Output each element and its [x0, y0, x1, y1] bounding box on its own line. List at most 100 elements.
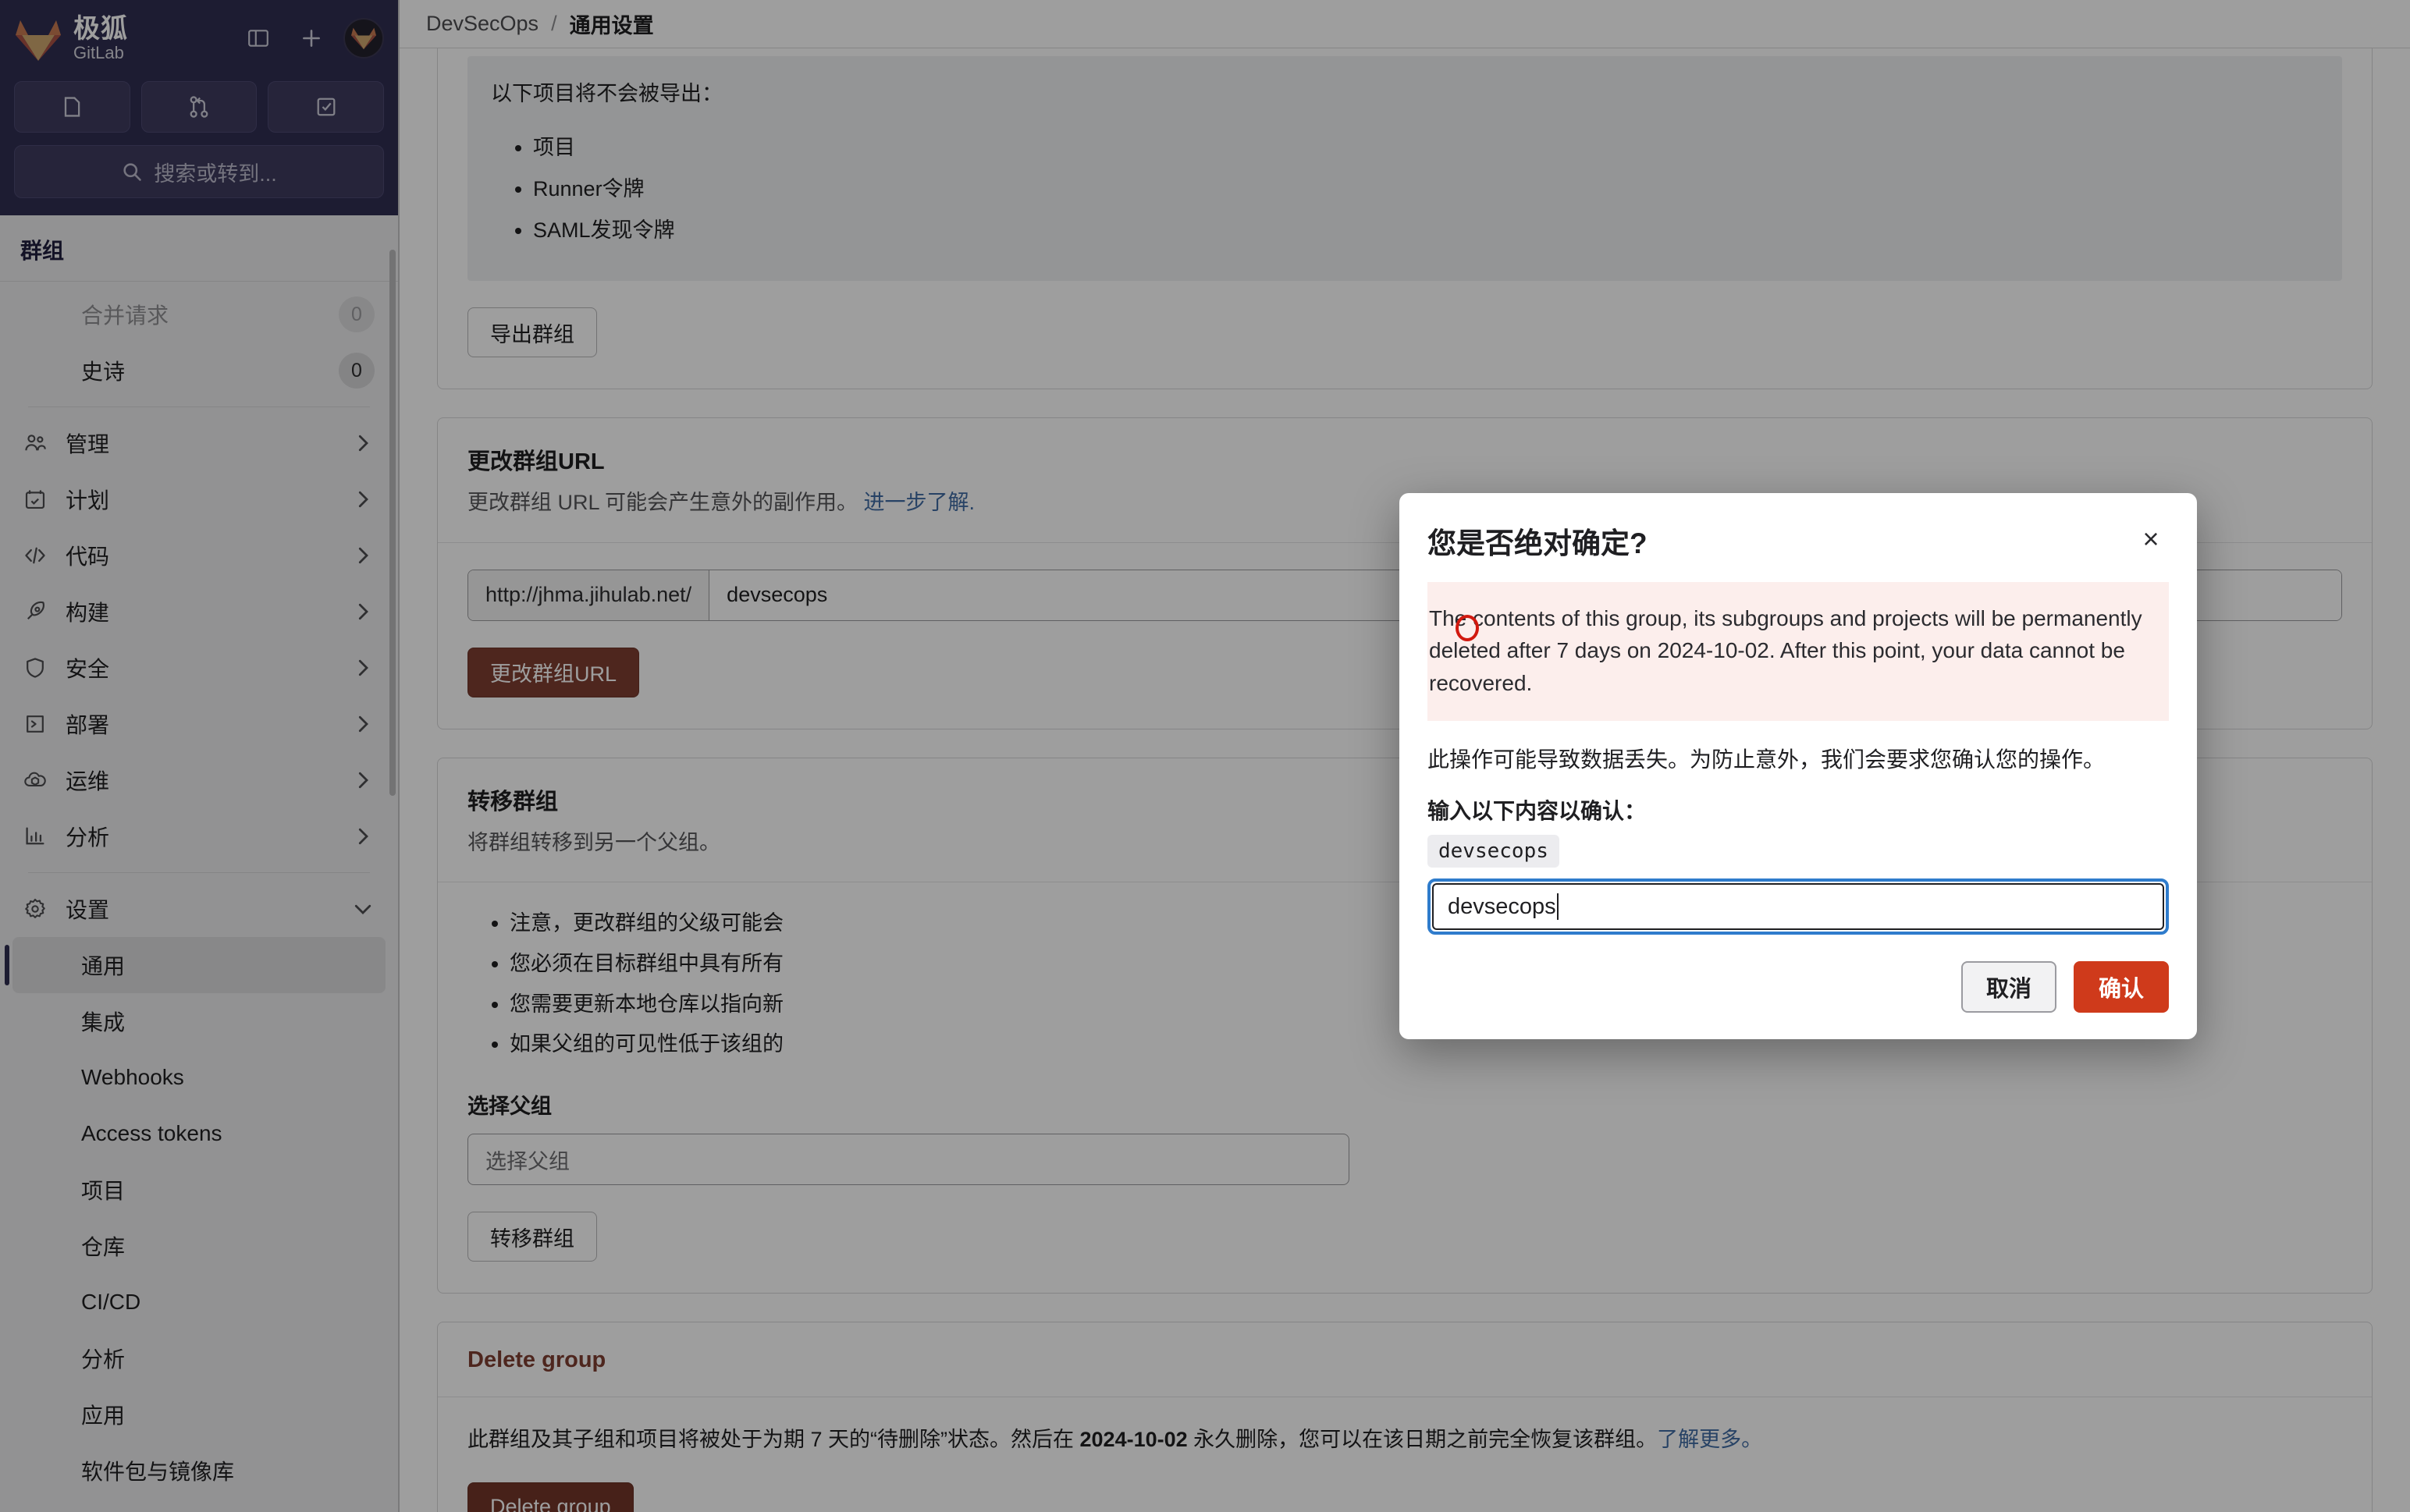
parent-group-select[interactable]: 选择父组	[467, 1134, 1349, 1186]
sidebar-item-packages-registries[interactable]: 软件包与镜像库	[12, 1443, 386, 1499]
sidebar-item-analytics[interactable]: 分析	[12, 1330, 386, 1386]
sidebar-item-label: 集成	[81, 1010, 126, 1035]
brand-name-cn: 极狐	[73, 13, 128, 44]
sidebar-item-label: 设置	[66, 898, 110, 922]
sidebar-item-security[interactable]: 安全	[12, 640, 386, 696]
delete-group-description: 此群组及其子组和项目将被处于为期 7 天的“待删除”状态。然后在 2024-10…	[467, 1424, 2342, 1456]
search-placeholder: 搜索或转到...	[154, 161, 277, 186]
chevron-right-icon	[351, 488, 375, 511]
sidebar-item-operate[interactable]: 运维	[12, 752, 386, 808]
change-group-url-button[interactable]: 更改群组URL	[467, 647, 640, 697]
parent-group-select-placeholder: 选择父组	[485, 1149, 570, 1173]
avatar[interactable]	[343, 18, 384, 59]
delete-group-title: Delete group	[467, 1347, 606, 1373]
deploy-icon	[23, 712, 58, 736]
delete-group-header: Delete group	[438, 1322, 2372, 1398]
quick-action-todos[interactable]	[268, 81, 385, 133]
sidebar-item-repository[interactable]: 仓库	[12, 1218, 386, 1274]
brand-name-en: GitLab	[73, 42, 124, 62]
rocket-icon	[23, 600, 58, 623]
transfer-group-button[interactable]: 转移群组	[467, 1212, 597, 1262]
sidebar-item-cicd[interactable]: CI/CD	[12, 1274, 386, 1330]
sidebar-item-label: 安全	[66, 657, 110, 681]
breadcrumb-group[interactable]: DevSecOps	[426, 12, 539, 36]
search-input[interactable]: 搜索或转到...	[14, 145, 384, 198]
sidebar-item-settings[interactable]: 设置	[12, 881, 386, 937]
delete-group-learn-more-link[interactable]: 了解更多。	[1657, 1428, 1762, 1451]
sidebar-item-webhooks[interactable]: Webhooks	[12, 1049, 386, 1106]
confirm-button[interactable]: 确认	[2073, 961, 2169, 1013]
sidebar-item-merge-requests[interactable]: 合并请求 0	[12, 286, 386, 343]
sidebar-item-analyze[interactable]: 分析	[12, 808, 386, 864]
modal-title: 您是否绝对确定?	[1427, 527, 1648, 559]
breadcrumb-separator: /	[551, 12, 557, 35]
cancel-button[interactable]: 取消	[1960, 961, 2056, 1013]
sidebar-nav: 合并请求 0 史诗 0 管理 计划 代码 构建 安全 部署 运维 分析 设置 通…	[0, 282, 398, 1512]
modal-confirm-code: devsecops	[1427, 835, 1559, 868]
sidebar-item-projects[interactable]: 项目	[12, 1162, 386, 1218]
sidebar-item-applications[interactable]: 应用	[12, 1386, 386, 1443]
search-icon	[123, 163, 142, 181]
sidebar-item-access-tokens[interactable]: Access tokens	[12, 1106, 386, 1162]
delete-group-description-post: 永久删除，您可以在该日期之前完全恢复该群组。	[1187, 1428, 1658, 1452]
sidebar-item-integrations[interactable]: 集成	[12, 993, 386, 1049]
create-new-icon[interactable]	[290, 17, 332, 59]
sidebar-item-plan[interactable]: 计划	[12, 471, 386, 527]
delete-group-date: 2024-10-02	[1079, 1428, 1188, 1452]
sidebar-item-manage[interactable]: 管理	[12, 415, 386, 471]
change-group-url-learn-more-link[interactable]: 进一步了解.	[864, 491, 976, 514]
sidebar-section-title: 群组	[0, 215, 398, 282]
change-group-url-description-text: 更改群组 URL 可能会产生意外的副作用。	[467, 491, 858, 514]
sidebar-item-label: 软件包与镜像库	[81, 1460, 235, 1484]
epics-count-badge: 0	[339, 353, 375, 389]
gear-icon	[23, 897, 58, 921]
shield-icon	[23, 656, 58, 680]
modal-confirm-input[interactable]: devsecops	[1432, 883, 2164, 931]
chevron-right-icon	[351, 544, 375, 567]
sidebar-item-epics[interactable]: 史诗 0	[12, 343, 386, 399]
sidebar-item-label: 管理	[66, 432, 110, 456]
sidebar-item-label: 仓库	[81, 1235, 126, 1259]
sidebar-item-label: 运维	[66, 769, 110, 793]
sidebar-item-code[interactable]: 代码	[12, 527, 386, 584]
group-url-prefix: http://jhma.jihulab.net/	[468, 570, 710, 620]
sidebar-item-label: Access tokens	[81, 1121, 222, 1145]
list-item: 项目	[533, 130, 2319, 161]
quick-action-issues[interactable]	[14, 81, 130, 133]
calendar-icon	[23, 488, 58, 511]
export-group-body: 以下项目将不会被导出： 项目 Runner令牌 SAML发现令牌 导出群组	[438, 48, 2372, 389]
chevron-right-icon	[351, 825, 375, 848]
delete-group-description-pre: 此群组及其子组和项目将被处于为期 7 天的“待删除”状态。然后在	[467, 1428, 1080, 1452]
sidebar-item-label: 代码	[66, 545, 110, 569]
delete-group-body: 此群组及其子组和项目将被处于为期 7 天的“待删除”状态。然后在 2024-10…	[438, 1397, 2372, 1512]
export-group-button[interactable]: 导出群组	[467, 307, 597, 357]
sidebar-item-general[interactable]: 通用	[5, 937, 386, 993]
chevron-right-icon	[351, 600, 375, 623]
quick-action-merge-requests[interactable]	[140, 81, 258, 133]
chart-icon	[23, 825, 58, 848]
breadcrumb-page[interactable]: 通用设置	[570, 9, 654, 39]
brand-text: 极狐 GitLab	[73, 16, 128, 62]
close-icon[interactable]: ×	[2133, 521, 2169, 557]
export-notice-title: 以下项目将不会被导出：	[491, 82, 723, 105]
divider	[28, 406, 370, 407]
code-icon	[23, 544, 58, 567]
delete-group-button[interactable]: Delete group	[467, 1482, 634, 1512]
sidebar-item-build[interactable]: 构建	[12, 584, 386, 640]
sidebar-item-label: 计划	[66, 488, 110, 513]
list-item: Runner令牌	[533, 172, 2319, 202]
chevron-right-icon	[351, 656, 375, 680]
sidebar-item-label: 分析	[66, 825, 110, 850]
sidebar-item-deploy[interactable]: 部署	[12, 696, 386, 752]
brand-row: 极狐 GitLab	[14, 12, 384, 64]
sidebar-item-label: 构建	[66, 601, 110, 625]
parent-group-label: 选择父组	[467, 1095, 552, 1119]
sidebar-item-usage-quotas[interactable]: 使用量配额	[12, 1499, 386, 1512]
sidebar-scrollbar[interactable]	[389, 250, 396, 796]
modal-confirm-input-value: devsecops	[1448, 893, 1556, 919]
modal-alert-text: The contents of this group, its subgroup…	[1429, 606, 2142, 695]
cloud-cube-icon	[23, 768, 58, 792]
toggle-sidebar-icon[interactable]	[237, 17, 279, 59]
modal-header: 您是否绝对确定? ×	[1427, 520, 2169, 582]
chevron-right-icon	[351, 768, 375, 792]
